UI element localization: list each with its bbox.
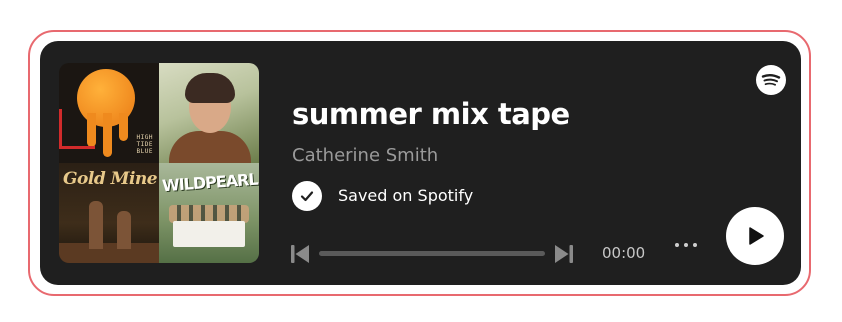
playlist-title[interactable]: summer mix tape	[292, 97, 570, 131]
portrait-hair	[185, 73, 235, 103]
playlist-cover-mosaic[interactable]: HIGH TIDE BLUE Gold Mine WILDPEARL	[59, 63, 259, 263]
dot	[684, 243, 688, 247]
check-circle-icon[interactable]	[292, 181, 322, 211]
spotify-logo-icon[interactable]	[756, 65, 786, 95]
playback-time: 00:00	[602, 244, 646, 262]
cover-tile-1: HIGH TIDE BLUE	[59, 63, 159, 163]
stage-graphic	[59, 243, 159, 263]
spotify-embed-player: HIGH TIDE BLUE Gold Mine WILDPEARL summe…	[40, 41, 801, 285]
portrait-body	[169, 131, 251, 163]
cover-tile-3-title: Gold Mine	[63, 169, 158, 189]
play-icon	[749, 227, 764, 245]
performer-figure	[117, 211, 131, 249]
red-line-graphic	[59, 109, 95, 149]
cover-tile-2	[159, 63, 259, 163]
skip-previous-icon[interactable]	[290, 243, 310, 265]
dot	[675, 243, 679, 247]
cover-tile-4: WILDPEARL	[159, 163, 259, 263]
cover-tile-3: Gold Mine	[59, 163, 159, 263]
performer-figure	[89, 201, 103, 249]
skip-next-icon[interactable]	[554, 243, 574, 265]
progress-bar[interactable]	[319, 251, 545, 256]
cover-tile-4-title: WILDPEARL	[161, 169, 259, 196]
table-graphic	[173, 221, 245, 247]
saved-status-label: Saved on Spotify	[338, 186, 474, 205]
drip-graphic	[103, 113, 112, 157]
cover-tile-1-label: HIGH TIDE BLUE	[136, 134, 153, 155]
play-button[interactable]	[726, 207, 784, 265]
drip-graphic	[119, 113, 128, 141]
more-dots-icon[interactable]	[672, 237, 700, 253]
playlist-owner[interactable]: Catherine Smith	[292, 145, 438, 166]
dot	[693, 243, 697, 247]
